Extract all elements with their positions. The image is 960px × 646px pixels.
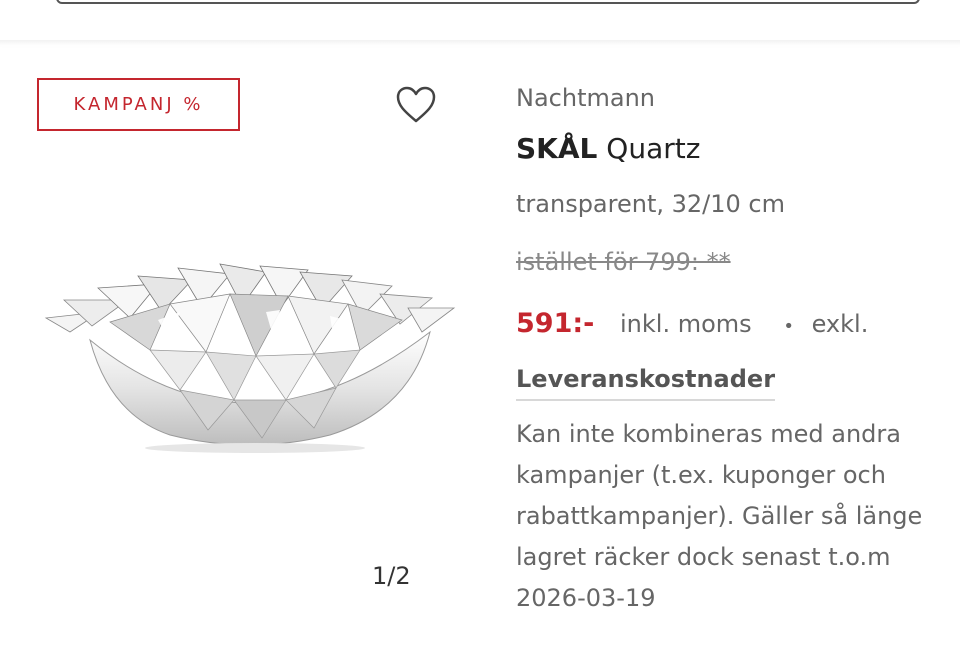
vat-excluded-toggle[interactable]: exkl. (812, 310, 869, 338)
search-field[interactable] (56, 0, 920, 4)
header-bar (0, 0, 960, 40)
product-image[interactable] (30, 260, 470, 460)
gallery-pager-text: 1/2 (372, 562, 411, 590)
product-variant: transparent, 32/10 cm (516, 190, 785, 218)
price-row: 591:- inkl. moms • exkl. (516, 308, 868, 339)
product-name: Quartz (606, 132, 701, 165)
heart-outline-icon (396, 86, 436, 123)
crystal-bowl-image (44, 263, 456, 453)
campaign-terms: Kan inte kombineras med andra kampanjer … (516, 420, 923, 612)
original-price: istället för 799: ** (516, 248, 731, 276)
gallery-pager: 1/2 (372, 562, 411, 590)
current-price: 591:- (516, 308, 595, 339)
campaign-badge: KAMPANJ % (37, 78, 240, 131)
product-title: SKÅL Quartz (516, 132, 700, 165)
vat-included-toggle[interactable]: inkl. moms (620, 310, 752, 338)
delivery-costs-link[interactable]: Leveranskostnader (516, 365, 776, 401)
vat-separator: • (783, 316, 794, 337)
brand-name[interactable]: Nachtmann (516, 84, 655, 112)
product-type: SKÅL (516, 132, 598, 165)
campaign-badge-label: KAMPANJ % (73, 94, 204, 115)
header-divider (0, 40, 960, 46)
favorite-button[interactable] (396, 86, 436, 124)
